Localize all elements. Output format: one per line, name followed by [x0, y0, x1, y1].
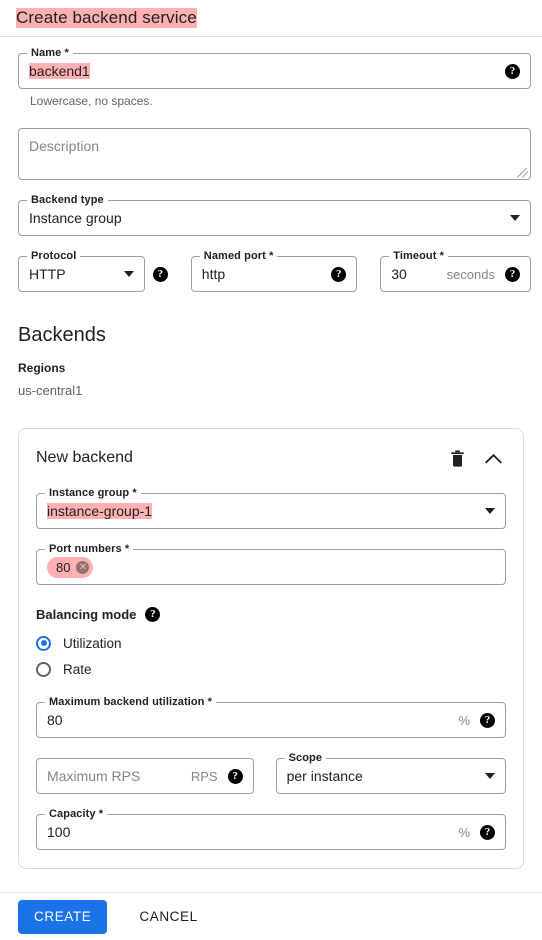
radio-rate[interactable]: Rate [36, 656, 506, 682]
name-field-hint: Lowercase, no spaces. [30, 94, 153, 108]
help-icon[interactable]: ? [505, 266, 520, 282]
create-button[interactable]: CREATE [18, 899, 108, 934]
max-backend-utilization-unit: % [458, 712, 470, 728]
help-icon[interactable]: ? [227, 768, 243, 784]
max-rps-unit: RPS [190, 768, 218, 784]
scope-legend: Scope [284, 752, 327, 764]
protocol-row: Protocol HTTP ? Named port * http ? Time… [18, 250, 531, 292]
chevron-down-icon[interactable] [510, 215, 520, 221]
radio-rate-indicator[interactable] [36, 661, 51, 677]
backend-type-value: Instance group [29, 210, 122, 226]
port-numbers-legend: Port numbers * [45, 543, 134, 555]
port-numbers-field[interactable]: Port numbers * 80 ✕ [36, 543, 506, 585]
protocol-legend: Protocol [27, 250, 81, 262]
page-header: Create backend service [0, 0, 542, 37]
capacity-legend: Capacity * [45, 808, 108, 820]
timeout-field[interactable]: Timeout * 30 seconds ? [380, 250, 531, 292]
max-backend-utilization-value: 80 [47, 712, 63, 728]
max-backend-utilization-legend: Maximum backend utilization * [45, 696, 217, 708]
new-backend-card: New backend Instance group * instance-gr… [18, 428, 524, 869]
named-port-value: http [201, 266, 226, 282]
form-scroll-area[interactable]: Name * backend1 ? Lowercase, no spaces. … [0, 37, 542, 892]
page-title: Create backend service [16, 8, 197, 28]
instance-group-legend: Instance group * [45, 487, 141, 499]
timeout-unit: seconds [446, 266, 495, 282]
description-textarea[interactable]: Description [18, 128, 531, 180]
backend-type-legend: Backend type [27, 194, 108, 206]
help-icon[interactable]: ? [145, 607, 161, 622]
max-rps-placeholder: Maximum RPS [47, 768, 141, 784]
named-port-field[interactable]: Named port * http ? [190, 250, 358, 292]
description-placeholder: Description [29, 138, 100, 154]
protocol-value: HTTP [29, 266, 66, 282]
timeout-legend: Timeout * [389, 250, 449, 262]
regions-value: us-central1 [18, 383, 83, 398]
port-chip-label: 80 [56, 559, 71, 575]
resize-grip-icon[interactable] [516, 166, 528, 178]
protocol-select[interactable]: Protocol HTTP [18, 250, 145, 292]
balancing-mode-label: Balancing mode [36, 607, 137, 622]
radio-rate-label: Rate [63, 661, 92, 677]
backend-type-select[interactable]: Backend type Instance group [18, 194, 531, 236]
balancing-mode-group: Balancing mode ? Utilization Rate [36, 607, 506, 682]
port-chip[interactable]: 80 ✕ [47, 556, 94, 578]
radio-utilization-label: Utilization [63, 635, 122, 651]
scope-value: per instance [286, 768, 363, 784]
radio-utilization-indicator[interactable] [36, 635, 51, 651]
chevron-down-icon[interactable] [123, 271, 134, 277]
chevron-down-icon[interactable] [485, 508, 495, 514]
capacity-unit: % [458, 824, 470, 840]
regions-label: Regions [18, 361, 66, 375]
help-icon[interactable]: ? [331, 266, 347, 282]
backends-heading: Backends [18, 324, 106, 346]
cancel-button[interactable]: CANCEL [131, 900, 205, 934]
radio-utilization[interactable]: Utilization [36, 630, 506, 656]
chevron-down-icon[interactable] [485, 773, 495, 779]
help-icon[interactable]: ? [480, 824, 495, 840]
instance-group-value: instance-group-1 [47, 503, 153, 519]
name-field-legend: Name * [27, 47, 73, 59]
rps-scope-row: Maximum RPS RPS ? Scope per instance [36, 752, 506, 794]
capacity-field[interactable]: Capacity * 100 % ? [36, 808, 506, 850]
help-icon[interactable]: ? [152, 266, 168, 282]
timeout-value: 30 [391, 266, 407, 282]
name-field[interactable]: Name * backend1 ? [18, 47, 531, 89]
capacity-value: 100 [47, 824, 71, 840]
name-field-value: backend1 [29, 63, 90, 79]
named-port-legend: Named port * [199, 250, 278, 262]
footer-action-bar: CREATE CANCEL [0, 892, 542, 940]
new-backend-title: New backend [36, 449, 133, 466]
help-icon[interactable]: ? [480, 712, 495, 728]
instance-group-select[interactable]: Instance group * instance-group-1 [36, 487, 506, 529]
max-rps-field[interactable]: Maximum RPS RPS ? [36, 758, 254, 794]
chevron-up-icon[interactable] [480, 445, 506, 471]
balancing-mode-label-row: Balancing mode ? [36, 607, 506, 622]
max-backend-utilization-field[interactable]: Maximum backend utilization * 80 % ? [36, 696, 506, 738]
close-icon[interactable]: ✕ [76, 560, 90, 574]
trash-icon[interactable] [444, 445, 470, 471]
help-icon[interactable]: ? [505, 63, 520, 79]
new-backend-card-header: New backend [36, 445, 506, 471]
scope-select[interactable]: Scope per instance [275, 752, 506, 794]
